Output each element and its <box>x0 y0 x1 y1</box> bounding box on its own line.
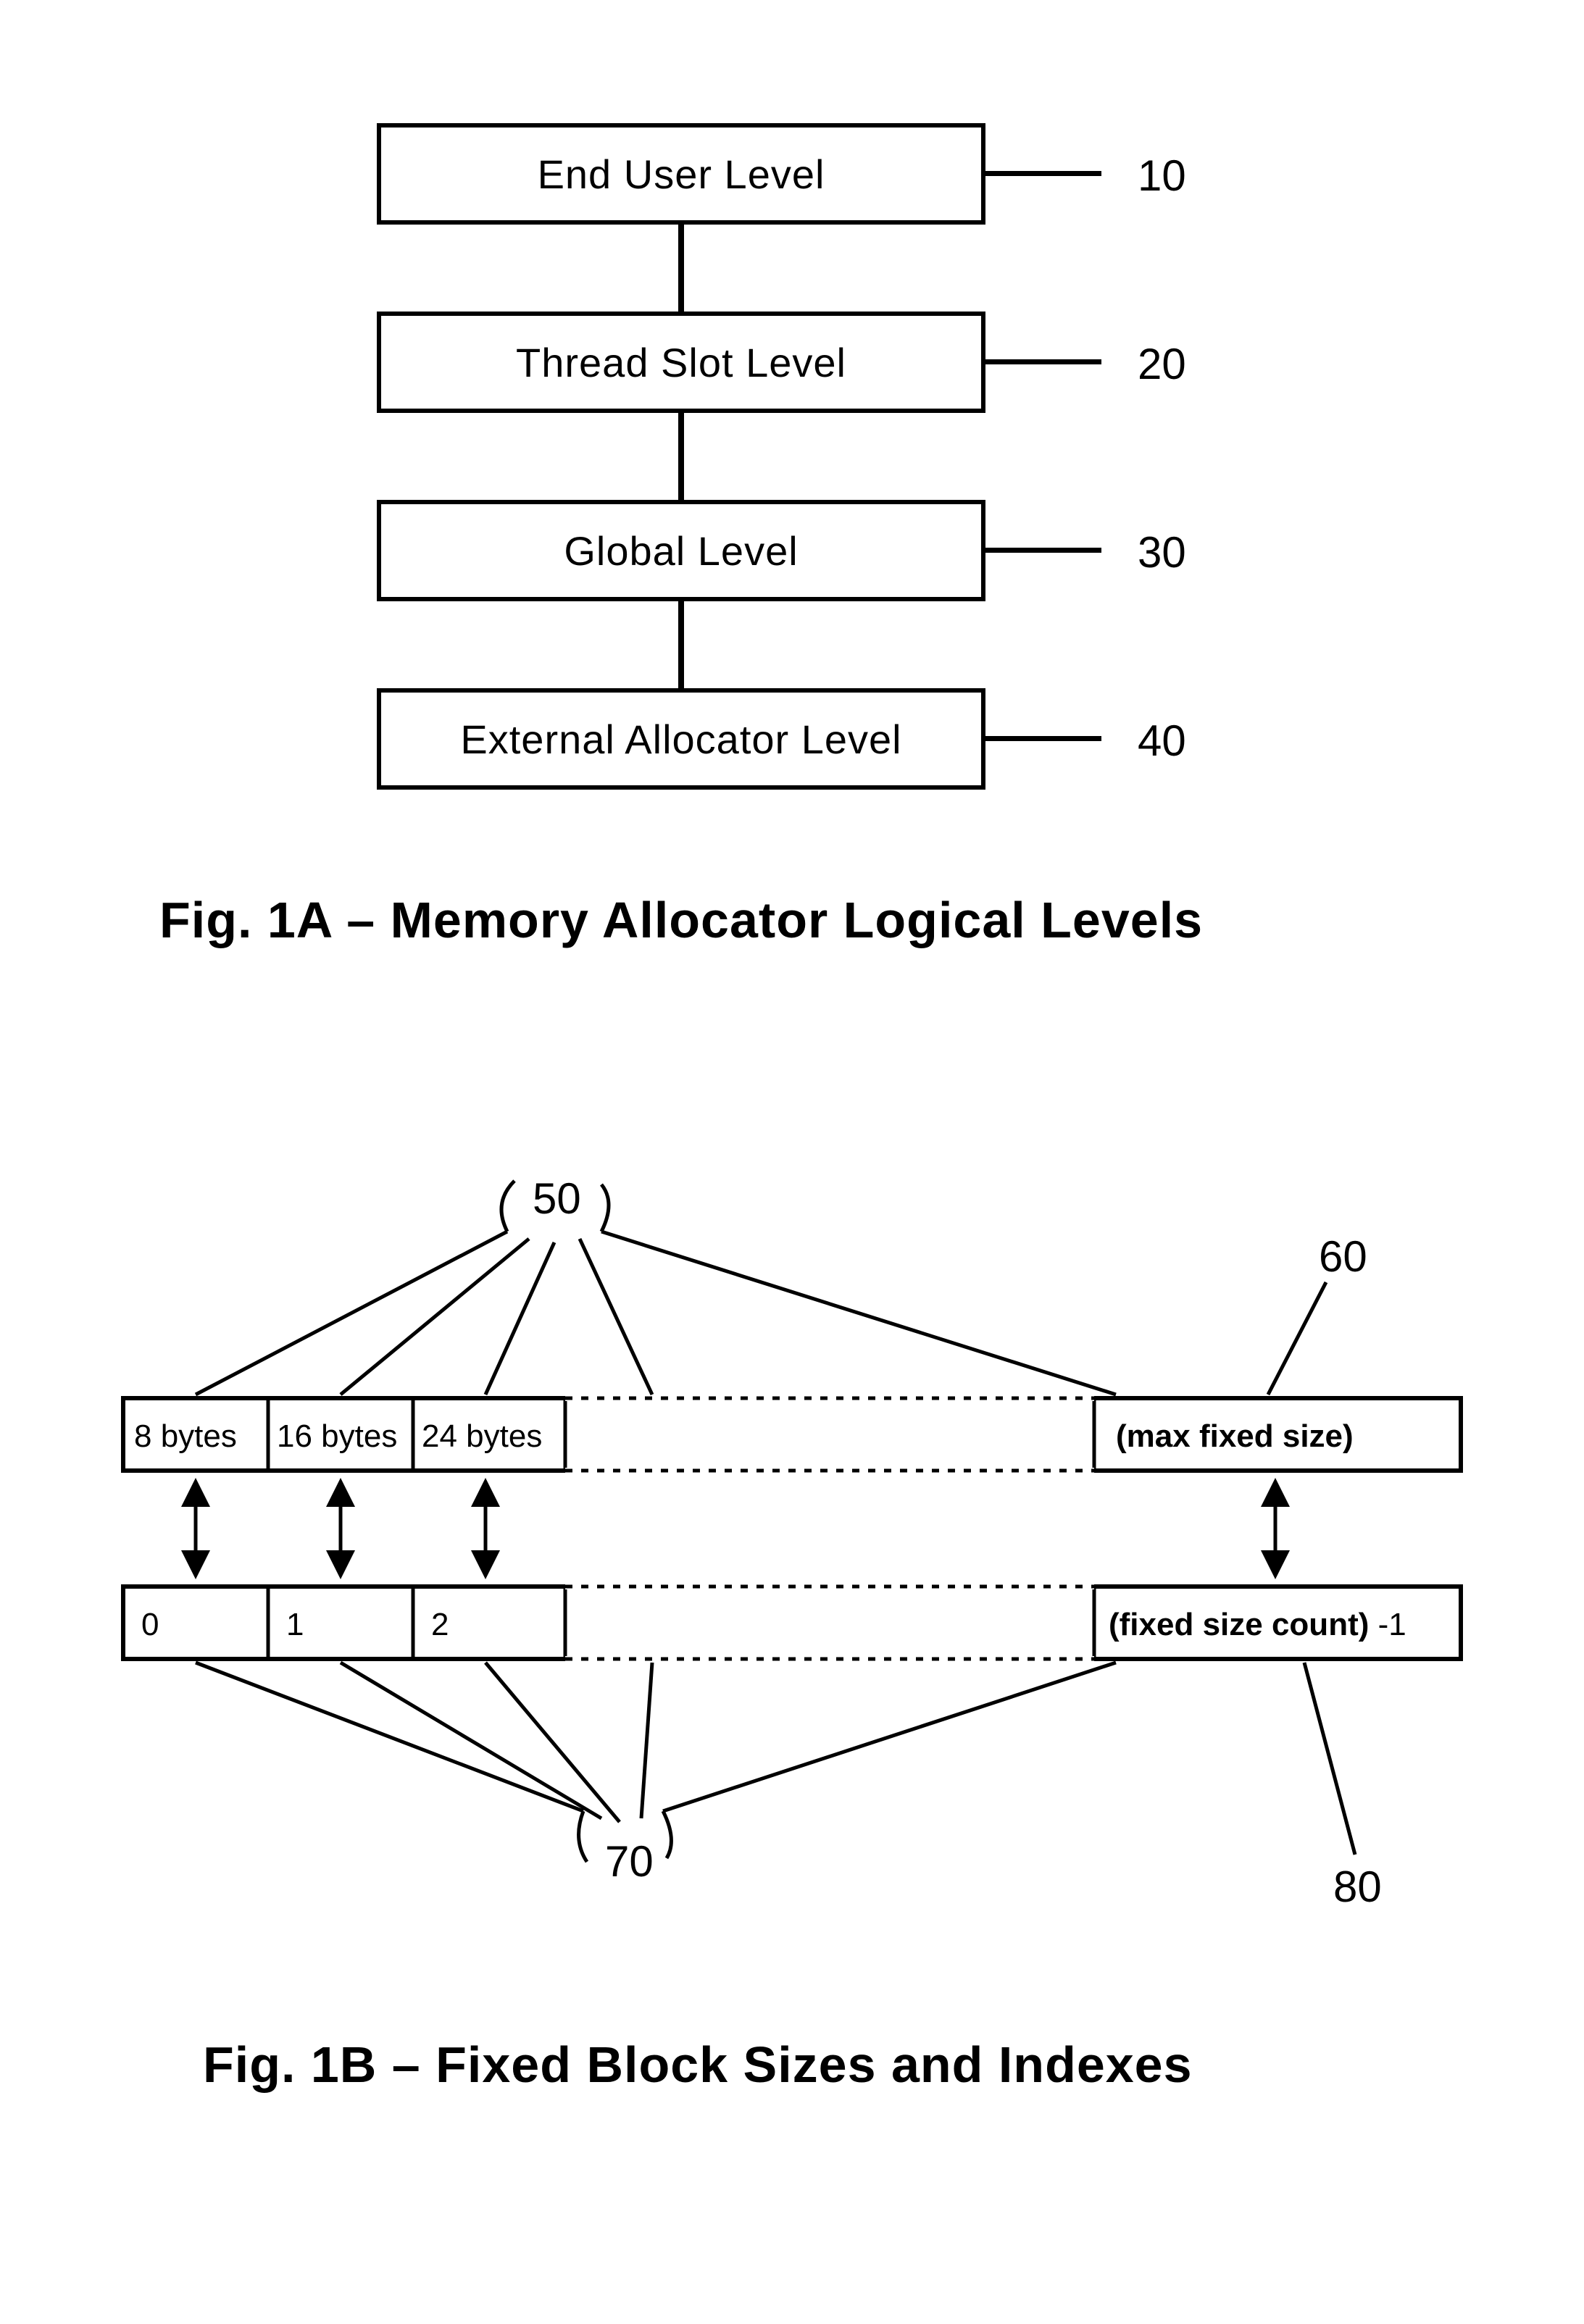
bottom-cell-1: 1 <box>286 1607 304 1643</box>
ref-number-60: 60 <box>1319 1232 1367 1282</box>
bottom-cell-last-bold: (fixed size count) <box>1109 1607 1369 1642</box>
top-cell-2: 24 bytes <box>422 1418 542 1455</box>
top-cell-0: 8 bytes <box>134 1418 237 1455</box>
top-cell-last-bold: (max fixed size) <box>1116 1418 1354 1454</box>
figure-1b-caption: Fig. 1B – Fixed Block Sizes and Indexes <box>203 2036 1193 2094</box>
ref-number-50: 50 <box>533 1174 581 1224</box>
bottom-cell-last: (fixed size count) -1 <box>1109 1607 1406 1643</box>
bottom-cell-2: 2 <box>431 1607 449 1643</box>
top-cell-last: (max fixed size) <box>1116 1418 1354 1455</box>
ref-number-70: 70 <box>605 1836 654 1886</box>
bottom-cell-0: 0 <box>141 1607 159 1643</box>
ref-number-80: 80 <box>1333 1862 1382 1912</box>
top-cell-1: 16 bytes <box>277 1418 397 1455</box>
fig1b-svg-overlay <box>0 0 1584 2324</box>
bottom-cell-last-suffix: -1 <box>1369 1607 1406 1642</box>
